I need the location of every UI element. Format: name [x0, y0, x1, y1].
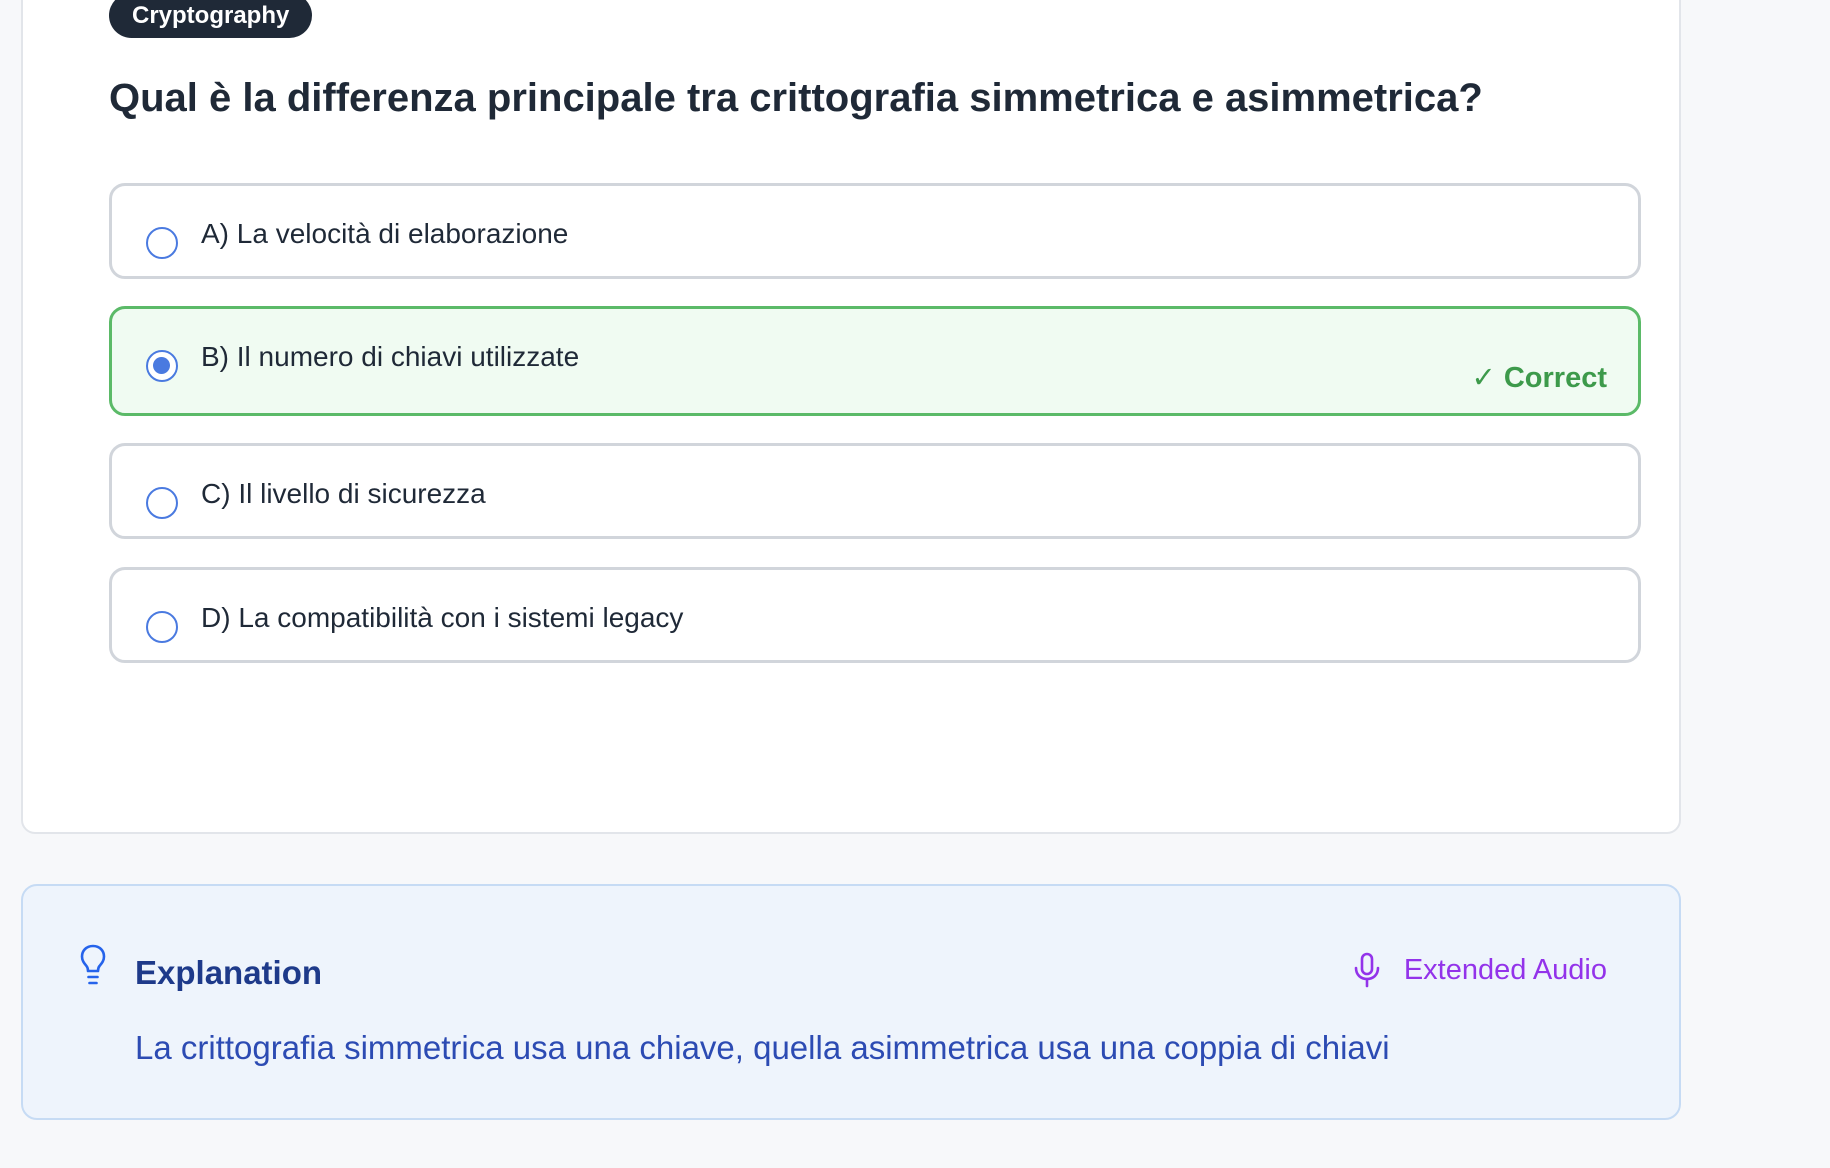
explanation-text: La crittografia simmetrica usa una chiav… — [135, 1029, 1390, 1066]
answer-option-label: D) La compatibilità con i sistemi legacy — [201, 602, 684, 633]
category-badge: Cryptography — [109, 0, 313, 38]
answer-option-label: C) Il livello di sicurezza — [201, 478, 486, 509]
correct-status-badge: ✓ Correct — [1471, 362, 1608, 394]
radio-button-c[interactable] — [146, 487, 178, 519]
answer-option-d[interactable]: D) La compatibilità con i sistemi legacy — [109, 567, 1641, 663]
microphone-icon — [1354, 952, 1380, 988]
explanation-title: Explanation — [135, 954, 323, 991]
extended-audio-label: Extended Audio — [1403, 953, 1607, 986]
question-title: Qual è la differenza principale tra crit… — [109, 76, 1483, 120]
radio-button-a[interactable] — [146, 227, 178, 259]
radio-button-d[interactable] — [146, 611, 178, 643]
lightbulb-icon — [80, 944, 106, 985]
answer-option-c[interactable]: C) Il livello di sicurezza — [109, 443, 1641, 539]
question-card: Cryptography Qual è la differenza princi… — [21, 0, 1681, 834]
answer-option-label: A) La velocità di elaborazione — [201, 218, 569, 249]
extended-audio-button[interactable]: Extended Audio — [1352, 950, 1607, 990]
answer-option-label: B) Il numero di chiavi utilizzate — [201, 341, 580, 372]
radio-button-b[interactable] — [146, 350, 178, 382]
explanation-panel: Explanation Extended Audio La crittograf… — [21, 884, 1681, 1120]
answer-option-b[interactable]: B) Il numero di chiavi utilizzate ✓ Corr… — [109, 306, 1641, 416]
answer-option-a[interactable]: A) La velocità di elaborazione — [109, 183, 1641, 279]
